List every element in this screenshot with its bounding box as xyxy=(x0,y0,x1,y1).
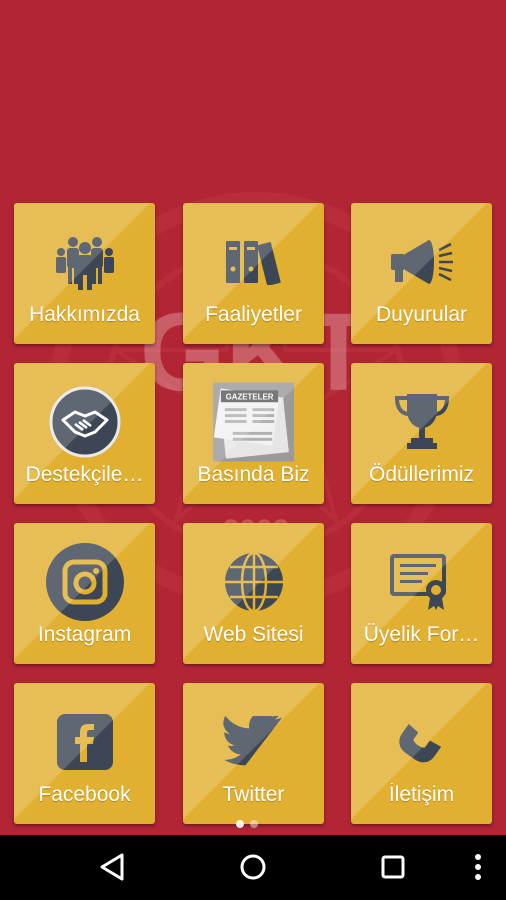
tile-label: Facebook xyxy=(38,783,131,806)
team-icon xyxy=(44,221,125,302)
tile-label: İletişim xyxy=(388,783,455,806)
tile-label: Ödüllerimiz xyxy=(368,463,475,486)
tile-odullerimiz[interactable]: Ödüllerimiz xyxy=(351,363,492,504)
tile-iletisim[interactable]: İletişim xyxy=(351,683,492,824)
newspaper-title: GAZETELER xyxy=(226,392,274,401)
tile-web-sitesi[interactable]: Web Sitesi xyxy=(183,523,324,664)
tile-hakkimizda[interactable]: Hakkımızda xyxy=(14,203,155,344)
tile-label: Faaliyetler xyxy=(205,303,302,326)
more-icon[interactable] xyxy=(460,847,496,887)
tile-instagram[interactable]: Instagram xyxy=(14,523,155,664)
page-indicator xyxy=(236,820,258,828)
menu-grid: Hakkımızda Faaliyetler Duyurular Destekç… xyxy=(0,0,506,835)
tile-uyelik-formu[interactable]: Üyelik For… xyxy=(351,523,492,664)
binders-icon xyxy=(213,221,294,302)
certificate-icon xyxy=(381,541,462,622)
facebook-icon xyxy=(44,701,125,782)
tile-label: Destekçile… xyxy=(25,463,144,486)
tile-facebook[interactable]: Facebook xyxy=(14,683,155,824)
tile-basinda-biz[interactable]: GAZETELER Basında Biz xyxy=(183,363,324,504)
instagram-icon xyxy=(44,541,125,622)
globe-icon xyxy=(213,541,294,622)
tile-label: Twitter xyxy=(222,783,285,806)
back-icon[interactable] xyxy=(92,847,132,887)
tile-faaliyetler[interactable]: Faaliyetler xyxy=(183,203,324,344)
tile-label: Basında Biz xyxy=(197,463,310,486)
megaphone-icon xyxy=(381,221,462,302)
phone-icon xyxy=(381,701,462,782)
tile-label: Duyurular xyxy=(375,303,468,326)
tile-label: Instagram xyxy=(37,623,132,646)
recents-icon[interactable] xyxy=(373,847,413,887)
home-icon[interactable] xyxy=(233,847,273,887)
newspaper-image: GAZETELER xyxy=(213,381,294,462)
page-dot-active xyxy=(236,820,244,828)
trophy-icon xyxy=(381,381,462,462)
tile-label: Web Sitesi xyxy=(203,623,304,646)
page-dot xyxy=(250,820,258,828)
tile-label: Üyelik For… xyxy=(363,623,480,646)
tile-label: Hakkımızda xyxy=(29,303,140,326)
system-navigation-bar xyxy=(0,835,506,900)
twitter-icon xyxy=(213,701,294,782)
tile-duyurular[interactable]: Duyurular xyxy=(351,203,492,344)
tile-twitter[interactable]: Twitter xyxy=(183,683,324,824)
tile-destekciler[interactable]: Destekçile… xyxy=(14,363,155,504)
handshake-icon xyxy=(44,381,125,462)
